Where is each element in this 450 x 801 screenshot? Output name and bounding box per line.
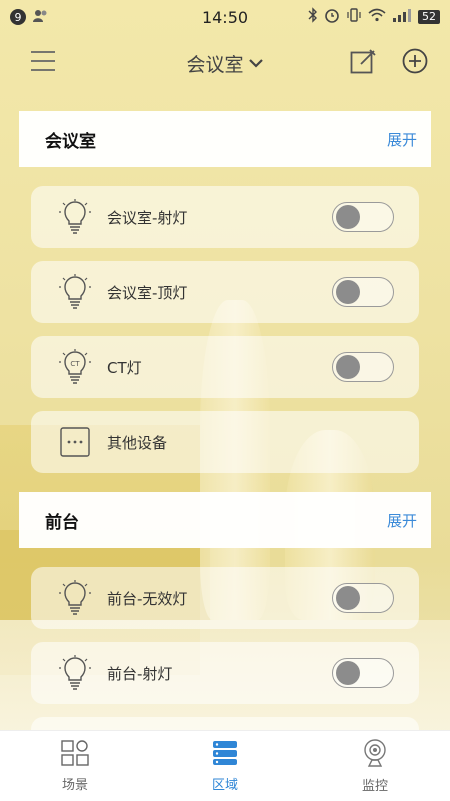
bulb-icon [59, 655, 91, 691]
device-toggle[interactable] [332, 658, 394, 688]
device-name: 会议室-射灯 [107, 208, 188, 227]
chevron-down-icon[interactable] [248, 52, 264, 74]
expand-link[interactable]: 展开 [387, 510, 417, 531]
camera-icon [362, 738, 388, 771]
device-item-partial[interactable] [31, 717, 419, 730]
toggle-knob [336, 280, 360, 304]
device-toggle[interactable] [332, 277, 394, 307]
area-stack-icon [212, 740, 238, 770]
device-name: 会议室-顶灯 [107, 283, 188, 302]
add-circle-icon[interactable] [402, 48, 428, 78]
section-header: 会议室 展开 [19, 111, 431, 167]
device-item[interactable]: 会议室-顶灯 [31, 261, 419, 323]
toggle-knob [336, 661, 360, 685]
nav-scene[interactable]: 场景 [0, 731, 150, 801]
bulb-icon [59, 274, 91, 310]
scene-grid-icon [61, 739, 89, 770]
expand-link[interactable]: 展开 [387, 129, 417, 150]
area-list: 会议室 展开 会议室-射灯 会议室-顶灯 CT CT灯 其他设备 前台 展开 前… [0, 111, 450, 730]
device-toggle[interactable] [332, 583, 394, 613]
device-toggle[interactable] [332, 202, 394, 232]
device-name: CT灯 [107, 358, 142, 377]
bulb-icon [59, 580, 91, 616]
device-name: 前台-无效灯 [107, 589, 188, 608]
device-toggle[interactable] [332, 352, 394, 382]
section-title: 前台 [45, 512, 79, 533]
toggle-knob [336, 355, 360, 379]
toggle-knob [336, 586, 360, 610]
nav-label: 区域 [211, 777, 238, 793]
ct-bulb-icon: CT [59, 349, 91, 385]
device-name: 前台-射灯 [107, 664, 173, 683]
menu-icon[interactable] [30, 50, 56, 76]
nav-label: 场景 [61, 777, 88, 793]
edit-icon[interactable] [350, 48, 376, 78]
nav-label: 监控 [361, 778, 388, 794]
clock: 14:50 [201, 7, 249, 27]
app-header: 会议室 [0, 38, 450, 88]
device-item[interactable]: 前台-射灯 [31, 642, 419, 704]
device-item[interactable]: 其他设备 [31, 411, 419, 473]
nav-monitor[interactable]: 监控 [300, 731, 450, 801]
device-name: 其他设备 [107, 433, 168, 452]
other-device-icon [59, 424, 91, 460]
device-item[interactable]: CT CT灯 [31, 336, 419, 398]
status-bar: 9 14:50 52 [0, 0, 450, 34]
bottom-nav: 场景 区域 监控 [0, 730, 450, 801]
ct-icon-label: CT [70, 360, 80, 368]
device-item[interactable]: 前台-无效灯 [31, 567, 419, 629]
header-title[interactable]: 会议室 [186, 50, 243, 77]
section-header: 前台 展开 [19, 492, 431, 548]
bulb-icon [59, 199, 91, 235]
toggle-knob [336, 205, 360, 229]
nav-area[interactable]: 区域 [150, 731, 300, 801]
section-title: 会议室 [45, 131, 96, 152]
device-item[interactable]: 会议室-射灯 [31, 186, 419, 248]
